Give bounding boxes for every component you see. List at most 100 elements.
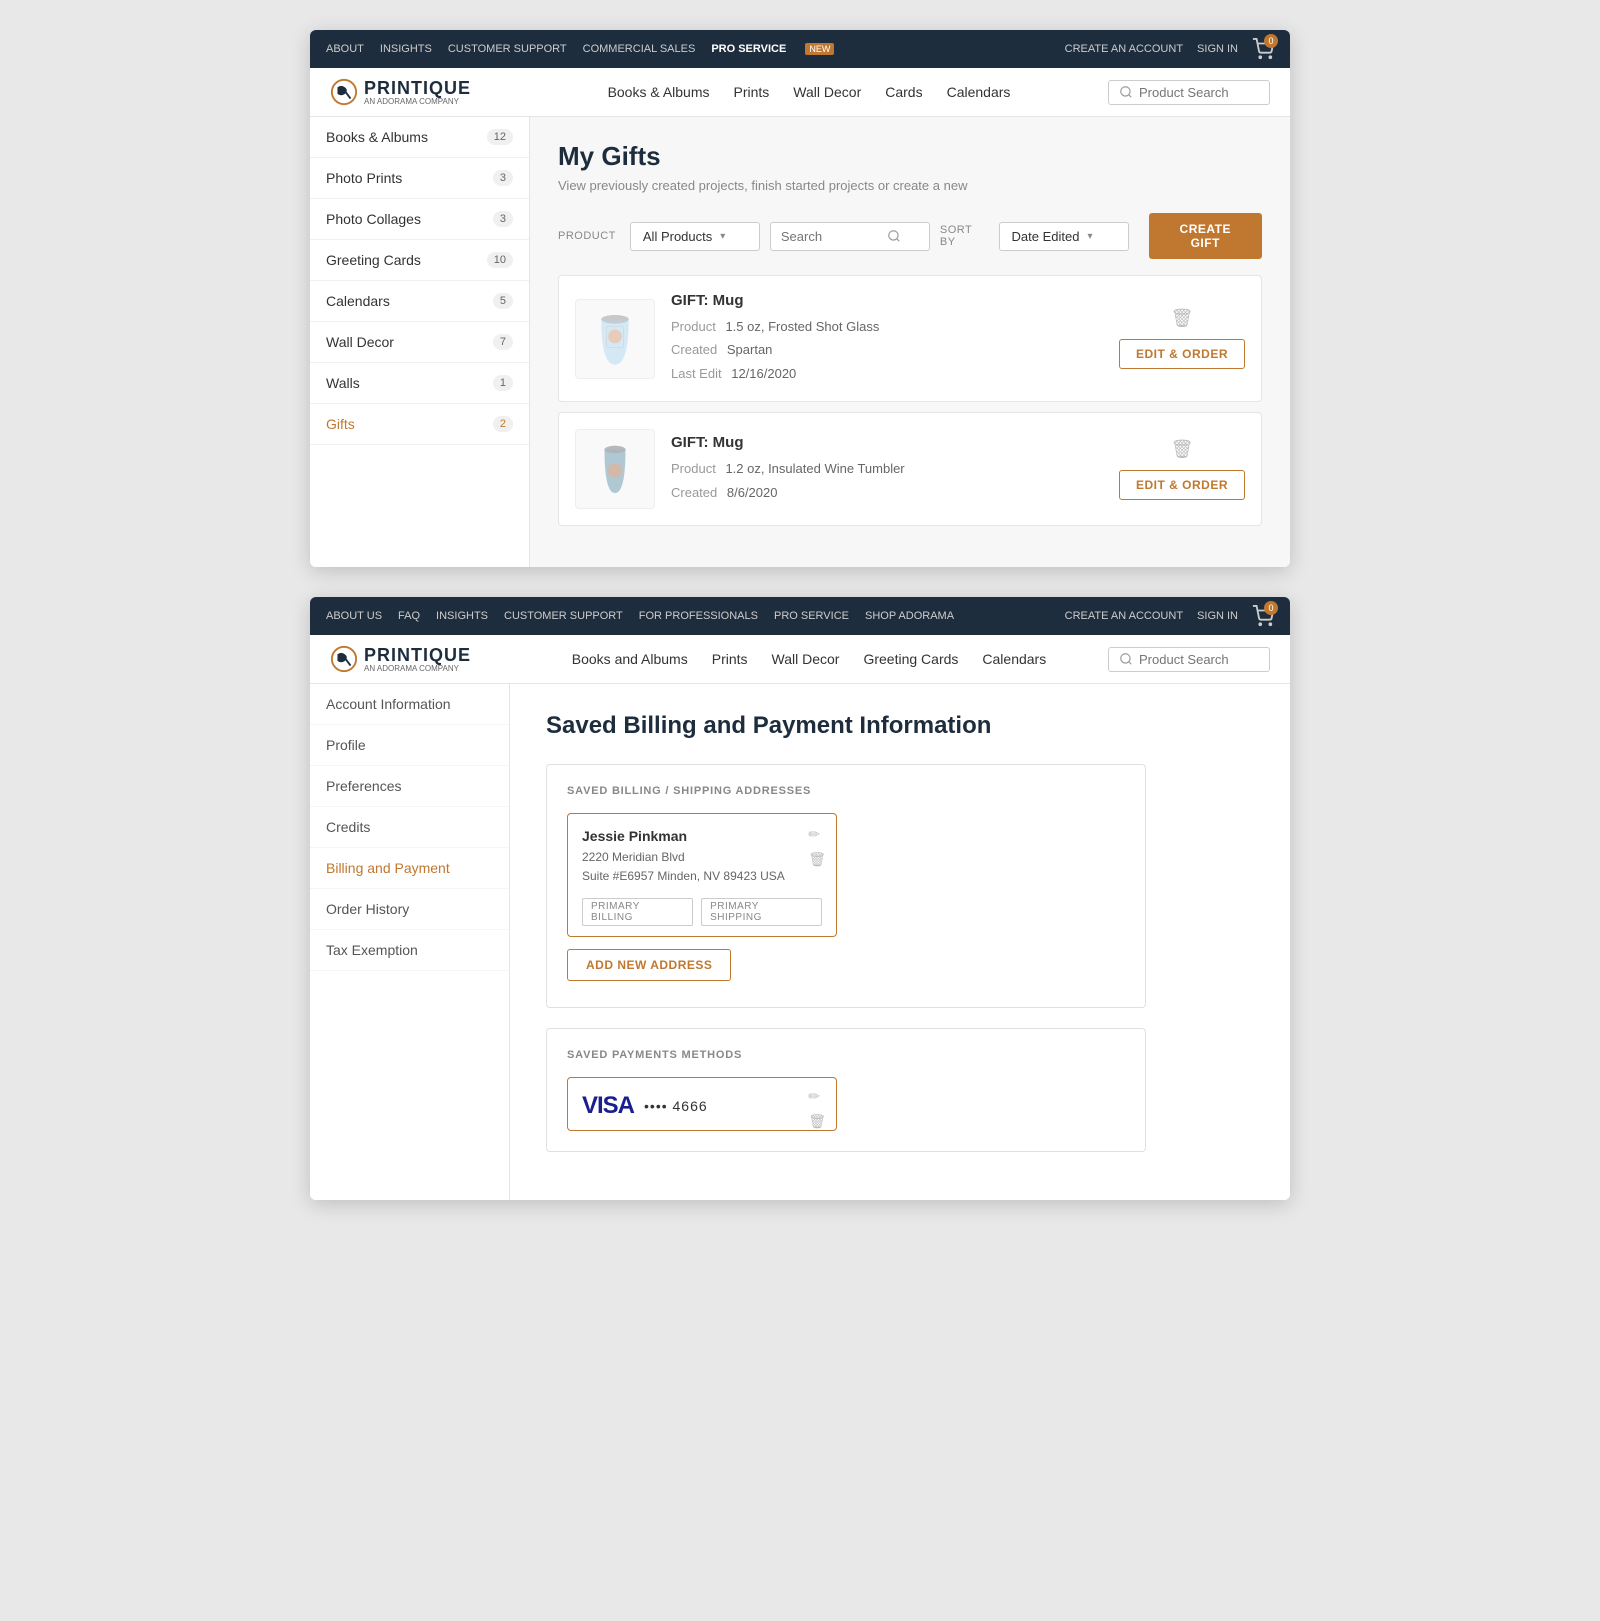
topbar-sign-in[interactable]: SIGN IN — [1197, 43, 1238, 55]
sidebar-item-photo-collages[interactable]: Photo Collages 3 — [310, 199, 529, 240]
sidebar-item-gifts[interactable]: Gifts 2 — [310, 404, 529, 445]
main-content-2: Saved Billing and Payment Information SA… — [510, 684, 1290, 1200]
topbar-pro-service-2[interactable]: PRO SERVICE — [774, 610, 849, 622]
cart-count: 0 — [1264, 34, 1278, 48]
search-filter-input[interactable] — [781, 229, 881, 244]
topbar-create-account-2[interactable]: CREATE AN ACCOUNT — [1065, 610, 1183, 622]
page-title-1: My Gifts — [558, 141, 1262, 172]
delete-address-icon[interactable]: 🗑 — [808, 851, 826, 868]
sidebar-item-billing-payment[interactable]: Billing and Payment — [310, 848, 509, 889]
created-label-1: Created — [671, 342, 717, 357]
nav-greeting-cards-2[interactable]: Greeting Cards — [863, 647, 958, 671]
sidebar-item-credits[interactable]: Credits — [310, 807, 509, 848]
sidebar-2: Account Information Profile Preferences … — [310, 684, 510, 1200]
nav-links-2: Books and Albums Prints Wall Decor Greet… — [510, 647, 1108, 671]
nav-books-albums-2[interactable]: Books and Albums — [572, 647, 688, 671]
topbar-for-professionals[interactable]: FOR PROFESSIONALS — [639, 610, 758, 622]
search-input-1[interactable] — [1139, 85, 1259, 100]
gift-actions-2: 🗑 EDIT & ORDER — [1119, 439, 1245, 500]
sidebar-badge: 5 — [493, 293, 513, 309]
topbar-about-us[interactable]: ABOUT US — [326, 610, 382, 622]
search-input-2[interactable] — [1139, 652, 1259, 667]
filter-row: PRODUCT All Products ▾ SORT BY Date Edit… — [558, 213, 1262, 259]
product-search-2[interactable] — [1108, 647, 1270, 672]
logo-sub-1: AN ADORAMA COMPANY — [364, 97, 471, 106]
delete-icon-1[interactable]: 🗑 — [1171, 308, 1194, 329]
cart-icon-2[interactable]: 0 — [1252, 605, 1274, 627]
edit-card-icon[interactable]: ✏ — [808, 1088, 826, 1105]
topbar-sign-in-2[interactable]: SIGN IN — [1197, 610, 1238, 622]
edit-order-button-1[interactable]: EDIT & ORDER — [1119, 339, 1245, 369]
nav-books-albums[interactable]: Books & Albums — [608, 80, 710, 104]
search-filter[interactable] — [770, 222, 930, 251]
sidebar-badge: 1 — [493, 375, 513, 391]
sidebar-label: Photo Collages — [326, 211, 421, 227]
topbar-shop-adorama[interactable]: SHOP ADORAMA — [865, 610, 954, 622]
sidebar-item-calendars[interactable]: Calendars 5 — [310, 281, 529, 322]
topbar-customer-support-2[interactable]: CUSTOMER SUPPORT — [504, 610, 623, 622]
sidebar-item-walls[interactable]: Walls 1 — [310, 363, 529, 404]
topbar-right-links: CREATE AN ACCOUNT SIGN IN 0 — [1065, 38, 1274, 60]
topbar-faq[interactable]: FAQ — [398, 610, 420, 622]
topbar-commercial-sales[interactable]: COMMERCIAL SALES — [583, 43, 696, 55]
primary-shipping-tag: PRIMARY SHIPPING — [701, 898, 822, 926]
nav-prints-2[interactable]: Prints — [712, 647, 748, 671]
product-search-1[interactable] — [1108, 80, 1270, 105]
delete-card-icon[interactable]: 🗑 — [808, 1113, 826, 1130]
sidebar-item-books-albums[interactable]: Books & Albums 12 — [310, 117, 529, 158]
topbar-create-account[interactable]: CREATE AN ACCOUNT — [1065, 43, 1183, 55]
sort-label: SORT BY — [940, 224, 985, 248]
sidebar-label: Photo Prints — [326, 170, 402, 186]
gift-detail-created-1: Created Spartan — [671, 338, 1103, 361]
nav-prints[interactable]: Prints — [734, 80, 770, 104]
visa-row: VISA •••• 4666 — [582, 1092, 822, 1120]
sidebar-item-order-history[interactable]: Order History — [310, 889, 509, 930]
gift-detail-created-2: Created 8/6/2020 — [671, 481, 1103, 504]
topbar-customer-support[interactable]: CUSTOMER SUPPORT — [448, 43, 567, 55]
product-dropdown[interactable]: All Products ▾ — [630, 222, 760, 251]
sidebar-item-account-info[interactable]: Account Information — [310, 684, 509, 725]
window-my-gifts: ABOUT INSIGHTS CUSTOMER SUPPORT COMMERCI… — [310, 30, 1290, 567]
edit-label-1: Last Edit — [671, 366, 722, 381]
window-billing-payment: ABOUT US FAQ INSIGHTS CUSTOMER SUPPORT F… — [310, 597, 1290, 1200]
content-area-1: Books & Albums 12 Photo Prints 3 Photo C… — [310, 117, 1290, 567]
sidebar-1: Books & Albums 12 Photo Prints 3 Photo C… — [310, 117, 530, 567]
sidebar-item-photo-prints[interactable]: Photo Prints 3 — [310, 158, 529, 199]
nav-wall-decor[interactable]: Wall Decor — [793, 80, 861, 104]
cart-icon[interactable]: 0 — [1252, 38, 1274, 60]
create-gift-button[interactable]: CREATE GIFT — [1149, 213, 1262, 259]
nav-calendars[interactable]: Calendars — [947, 80, 1011, 104]
billing-addresses-section: SAVED BILLING / SHIPPING ADDRESSES ✏ 🗑 J… — [546, 764, 1146, 1008]
page-subtitle-1: View previously created projects, finish… — [558, 178, 1262, 193]
topbar-insights[interactable]: INSIGHTS — [380, 43, 432, 55]
sidebar-item-preferences[interactable]: Preferences — [310, 766, 509, 807]
delete-icon-2[interactable]: 🗑 — [1171, 439, 1194, 460]
sidebar-label: Books & Albums — [326, 129, 428, 145]
nav-cards[interactable]: Cards — [885, 80, 922, 104]
gift-info-2: GIFT: Mug Product 1.2 oz, Insulated Wine… — [671, 434, 1103, 504]
edit-address-icon[interactable]: ✏ — [808, 826, 826, 843]
product-label: PRODUCT — [558, 230, 616, 242]
sidebar-item-wall-decor[interactable]: Wall Decor 7 — [310, 322, 529, 363]
logo-2: PRINTIQUE AN ADORAMA COMPANY — [330, 645, 480, 673]
sidebar-item-profile[interactable]: Profile — [310, 725, 509, 766]
sidebar-badge: 3 — [493, 211, 513, 227]
edit-order-button-2[interactable]: EDIT & ORDER — [1119, 470, 1245, 500]
nav-wall-decor-2[interactable]: Wall Decor — [772, 647, 840, 671]
main-nav-1: PRINTIQUE AN ADORAMA COMPANY Books & Alb… — [310, 68, 1290, 117]
main-content-1: My Gifts View previously created project… — [530, 117, 1290, 567]
sidebar-item-tax-exemption[interactable]: Tax Exemption — [310, 930, 509, 971]
add-address-button[interactable]: ADD NEW ADDRESS — [567, 949, 731, 981]
logo-name-1: PRINTIQUE — [364, 78, 471, 99]
topbar-insights-2[interactable]: INSIGHTS — [436, 610, 488, 622]
topbar-new-badge: NEW — [805, 43, 834, 55]
address-line2: Suite #E6957 Minden, NV 89423 USA — [582, 867, 822, 886]
nav-calendars-2[interactable]: Calendars — [982, 647, 1046, 671]
topbar-right-links-2: CREATE AN ACCOUNT SIGN IN 0 — [1065, 605, 1274, 627]
sidebar-item-greeting-cards[interactable]: Greeting Cards 10 — [310, 240, 529, 281]
visa-logo: VISA — [582, 1092, 634, 1120]
topbar-about[interactable]: ABOUT — [326, 43, 364, 55]
card-actions: ✏ 🗑 — [808, 1088, 826, 1130]
sort-dropdown[interactable]: Date Edited ▾ — [999, 222, 1129, 251]
address-tags: PRIMARY BILLING PRIMARY SHIPPING — [582, 898, 822, 926]
